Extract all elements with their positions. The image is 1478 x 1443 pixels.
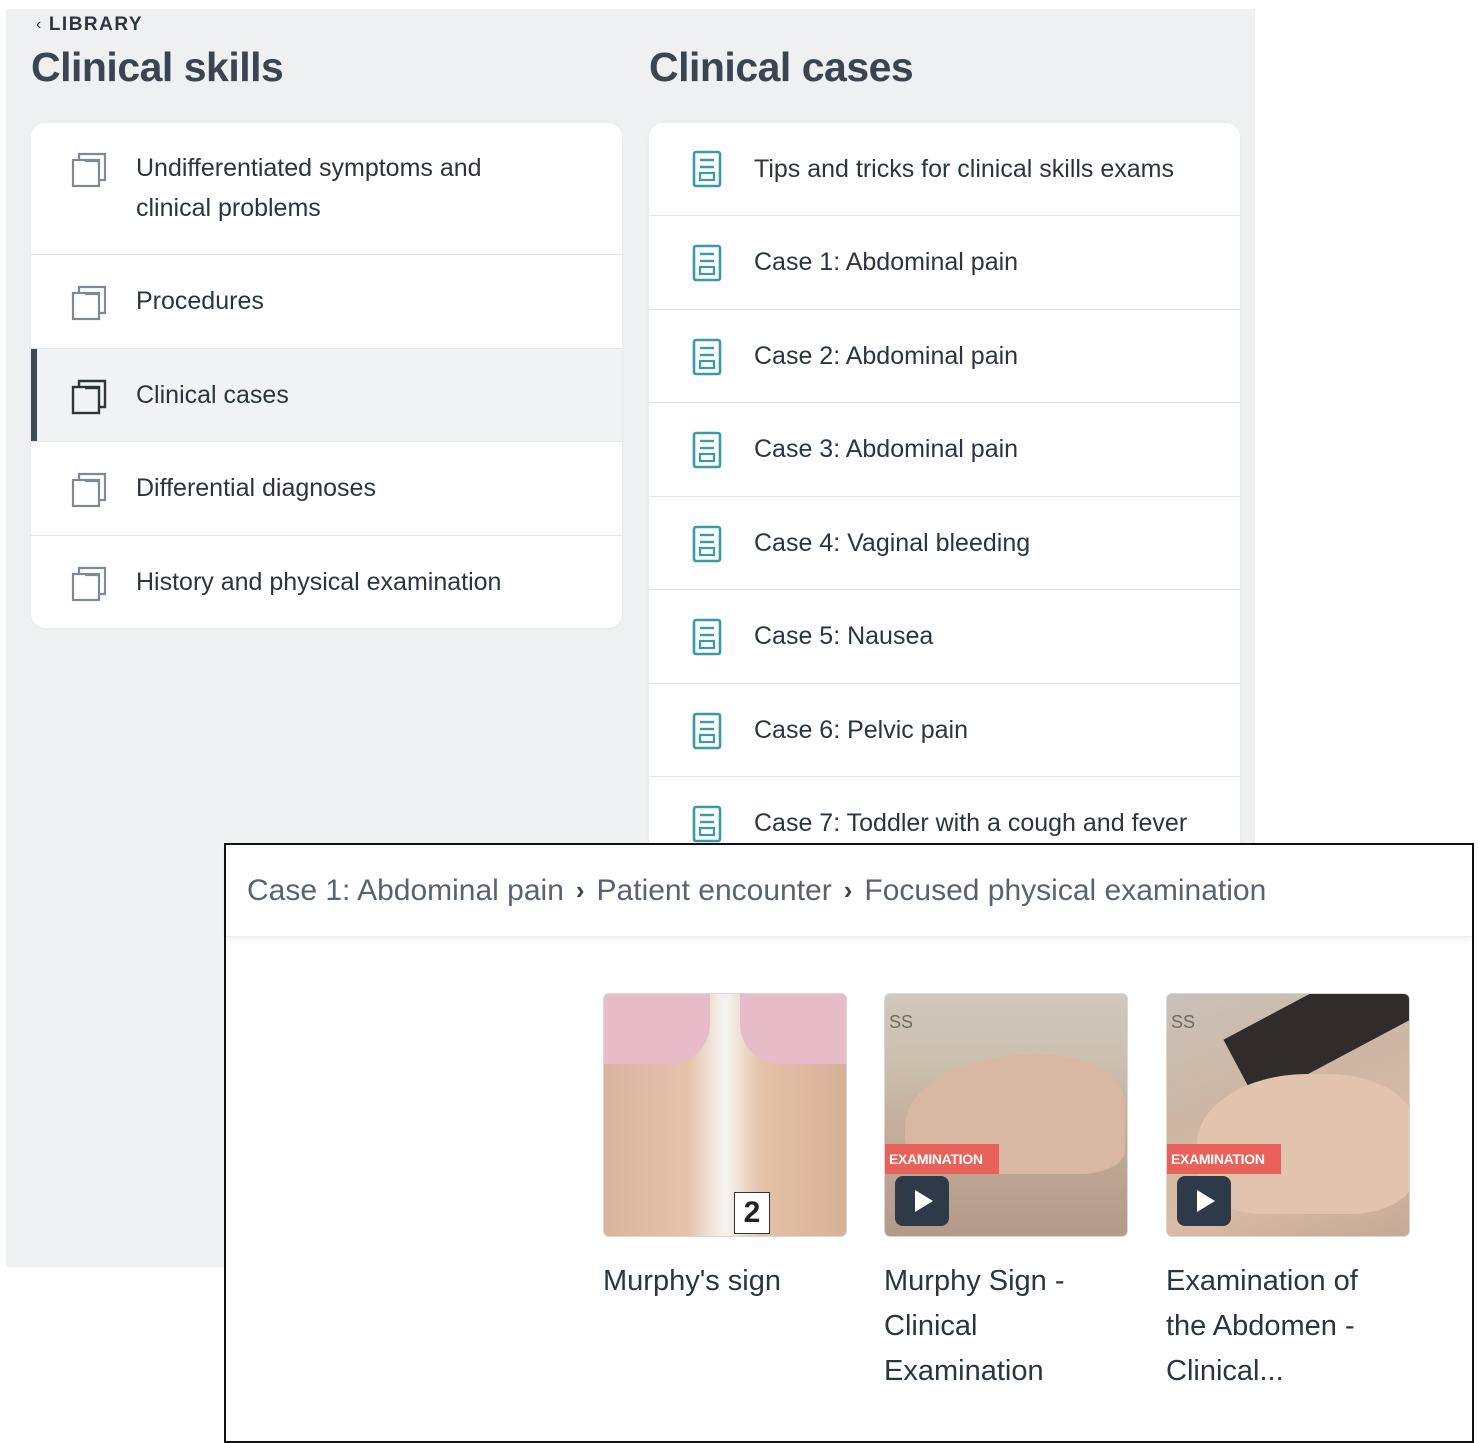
- case-item-label: Case 4: Vaginal bleeding: [754, 529, 1031, 557]
- breadcrumb-item-case[interactable]: Case 1: Abdominal pain: [247, 874, 564, 908]
- clinical-cases-title: Clinical cases: [649, 44, 914, 90]
- clothing-shape: [740, 994, 846, 1064]
- case-item-4[interactable]: Case 4: Vaginal bleeding: [649, 497, 1240, 590]
- skills-item-differential-diagnoses[interactable]: Differential diagnoses: [31, 442, 622, 536]
- skills-item-undifferentiated[interactable]: Undifferentiated symptoms and clinical p…: [31, 123, 622, 255]
- skills-item-clinical-cases[interactable]: Clinical cases: [31, 349, 622, 442]
- media-tile-murphys-sign[interactable]: 2 Murphy's sign: [603, 993, 847, 1304]
- skills-item-label: Procedures: [136, 287, 264, 315]
- tile-title-line: Murphy Sign -: [884, 1265, 1065, 1297]
- skills-item-history-exam[interactable]: History and physical examination: [31, 536, 622, 628]
- back-link-label: LIBRARY: [48, 14, 144, 35]
- breadcrumb-item-exam[interactable]: Focused physical examination: [864, 874, 1266, 908]
- document-icon: [692, 525, 722, 563]
- clothing-shape: [604, 994, 710, 1064]
- clinical-skills-title: Clinical skills: [31, 44, 284, 90]
- chevron-right-icon: ›: [843, 875, 853, 905]
- media-tile-abdomen-exam-video[interactable]: SS EXAMINATION Examination of the Abdome…: [1166, 993, 1410, 1394]
- case-item-label: Case 7: Toddler with a cough and fever: [754, 809, 1188, 837]
- case-item-label: Case 2: Abdominal pain: [754, 342, 1019, 370]
- case-item-label: Case 6: Pelvic pain: [754, 716, 969, 744]
- document-icon: [692, 431, 722, 469]
- tile-title-line: Examination of: [1166, 1265, 1358, 1297]
- play-icon[interactable]: [895, 1176, 949, 1226]
- case-item-label: Case 3: Abdominal pain: [754, 435, 1019, 463]
- case-detail-overlay: Case 1: Abdominal pain › Patient encount…: [224, 843, 1474, 1443]
- examination-banner: EXAMINATION: [1167, 1144, 1281, 1174]
- case-item-label: Tips and tricks for clinical skills exam…: [754, 155, 1175, 183]
- skills-item-procedures[interactable]: Procedures: [31, 255, 622, 349]
- skills-item-label: Clinical cases: [136, 381, 289, 409]
- watermark: SS: [889, 1012, 914, 1032]
- skills-item-label: Undifferentiated symptoms and clinical p…: [136, 154, 482, 222]
- skills-item-label: History and physical examination: [136, 568, 502, 596]
- video-thumbnail[interactable]: SS EXAMINATION: [1166, 993, 1410, 1237]
- clinical-cases-list: Tips and tricks for clinical skills exam…: [649, 123, 1240, 863]
- media-tile-murphy-sign-video[interactable]: SS EXAMINATION Murphy Sign - Clinical Ex…: [884, 993, 1128, 1394]
- case-item-5[interactable]: Case 5: Nausea: [649, 590, 1240, 684]
- skills-item-label: Differential diagnoses: [136, 474, 376, 502]
- case-item-3[interactable]: Case 3: Abdominal pain: [649, 403, 1240, 497]
- case-item-2[interactable]: Case 2: Abdominal pain: [649, 310, 1240, 403]
- tile-title: Murphy's sign: [603, 1259, 847, 1304]
- tile-title-line: the Abdomen -: [1166, 1310, 1355, 1342]
- tile-title-line: Clinical: [884, 1310, 978, 1342]
- case-item-label: Case 5: Nausea: [754, 622, 934, 650]
- watermark: SS: [1171, 1012, 1196, 1032]
- tile-title-line: Clinical...: [1166, 1355, 1284, 1387]
- back-to-library-link[interactable]: ‹ LIBRARY: [36, 14, 143, 36]
- document-icon: [692, 338, 722, 376]
- case-item-6[interactable]: Case 6: Pelvic pain: [649, 684, 1240, 777]
- number-badge: 2: [734, 1192, 770, 1234]
- examination-banner: EXAMINATION: [885, 1144, 999, 1174]
- tile-title: Murphy Sign - Clinical Examination: [884, 1259, 1128, 1394]
- stack-icon: [71, 285, 107, 321]
- tile-title-line: Examination: [884, 1355, 1044, 1387]
- stack-icon: [71, 472, 107, 508]
- document-icon: [692, 805, 722, 843]
- document-icon: [692, 244, 722, 282]
- tile-title-line: Murphy's sign: [603, 1265, 781, 1297]
- stack-icon: [71, 379, 107, 415]
- document-icon: [692, 712, 722, 750]
- stack-icon: [71, 152, 107, 188]
- tile-title: Examination of the Abdomen - Clinical...: [1166, 1259, 1410, 1394]
- thumbnail-image[interactable]: 2: [603, 993, 847, 1237]
- chevron-right-icon: ›: [575, 875, 585, 905]
- video-thumbnail[interactable]: SS EXAMINATION: [884, 993, 1128, 1237]
- document-icon: [692, 150, 722, 188]
- clinical-skills-list: Undifferentiated symptoms and clinical p…: [31, 123, 622, 628]
- breadcrumb-item-encounter[interactable]: Patient encounter: [597, 874, 832, 908]
- play-icon[interactable]: [1177, 1176, 1231, 1226]
- case-item-tips[interactable]: Tips and tricks for clinical skills exam…: [649, 123, 1240, 216]
- chevron-left-icon: ‹: [36, 16, 43, 33]
- stack-icon: [71, 566, 107, 602]
- case-item-label: Case 1: Abdominal pain: [754, 248, 1019, 276]
- breadcrumb: Case 1: Abdominal pain › Patient encount…: [226, 845, 1472, 937]
- case-item-1[interactable]: Case 1: Abdominal pain: [649, 216, 1240, 310]
- document-icon: [692, 618, 722, 656]
